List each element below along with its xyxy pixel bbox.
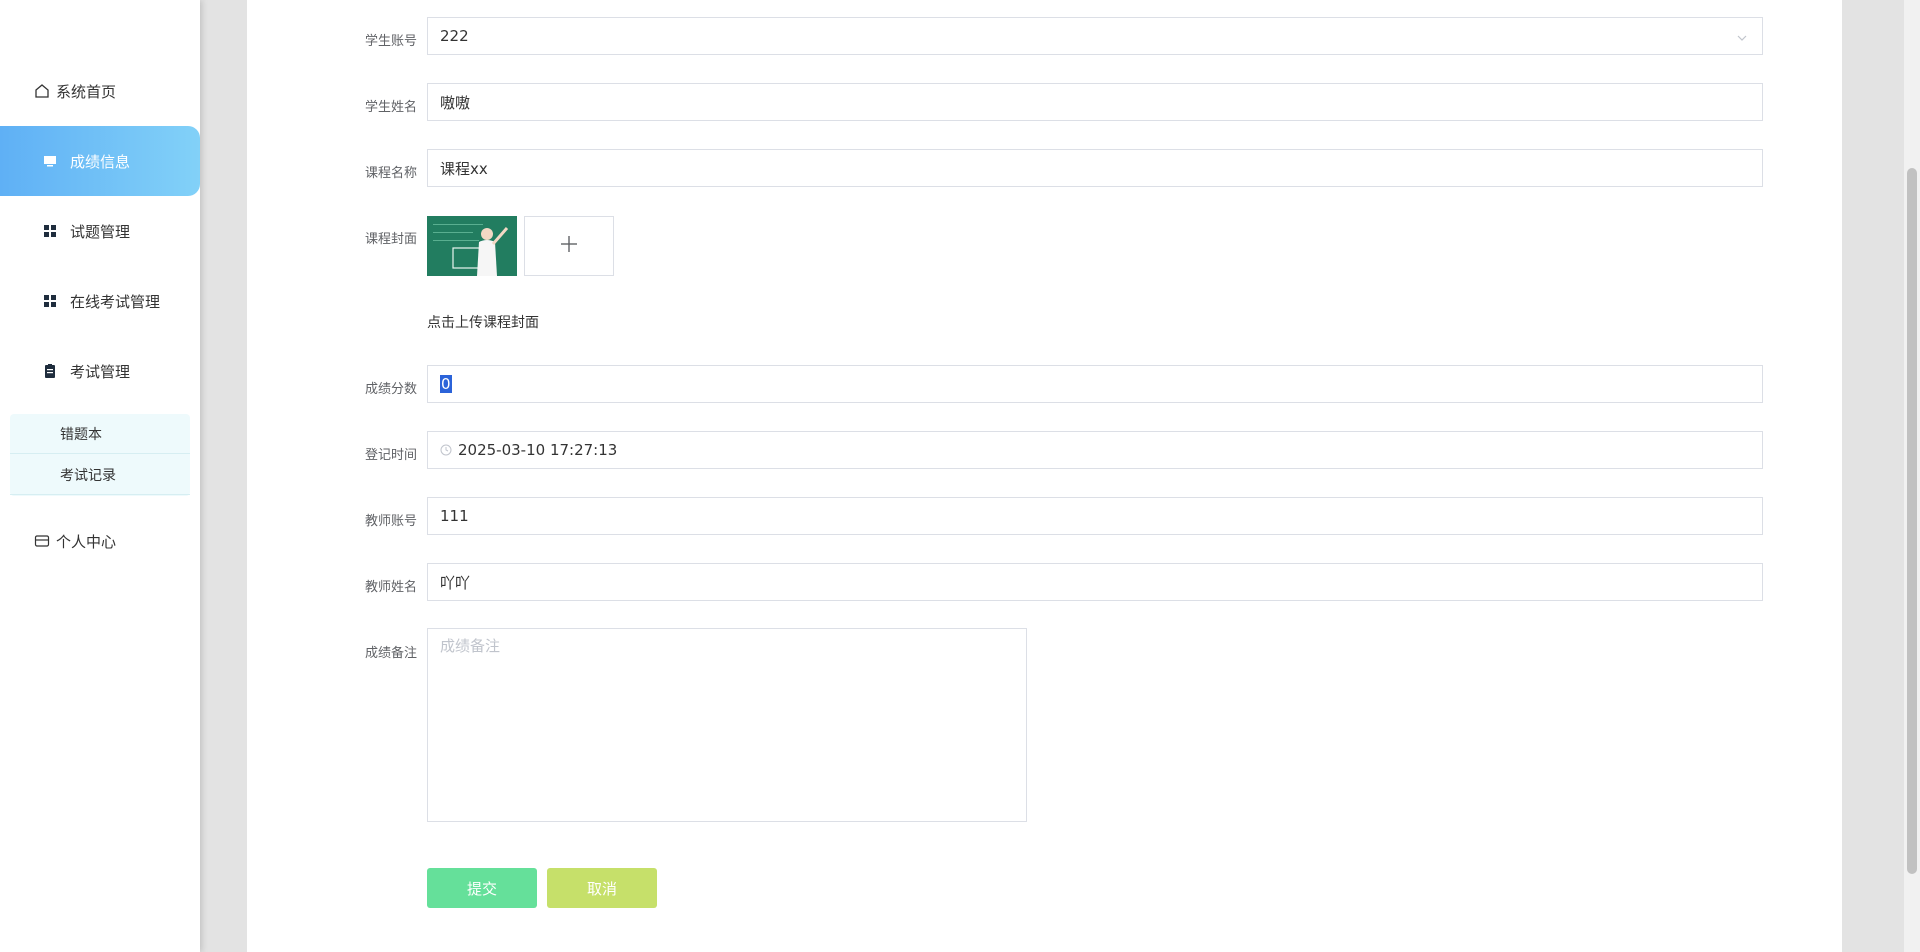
label-course-cover: 课程封面 <box>364 232 417 247</box>
sidebar-item-score-info[interactable]: 成绩信息 <box>0 126 200 196</box>
label-score: 成绩分数 <box>364 382 417 397</box>
student-name-input[interactable]: 嗷嗷 <box>427 83 1763 121</box>
main-content: 学生账号 222 学生姓名 嗷嗷 课程名称 课程xx 课程封面 点击上传课程封面… <box>247 0 1842 952</box>
sidebar-subitem-wrong-questions[interactable]: 错题本 <box>10 414 190 454</box>
clock-icon <box>440 444 452 456</box>
course-name-value: 课程xx <box>440 159 488 178</box>
label-student-name: 学生姓名 <box>364 100 417 115</box>
card-icon <box>34 533 50 549</box>
teacher-account-value: 111 <box>440 507 469 525</box>
student-account-value: 222 <box>440 27 469 45</box>
sidebar-subitem-label: 考试记录 <box>60 467 116 484</box>
monitor-icon <box>42 153 58 169</box>
sidebar-item-label: 在线考试管理 <box>70 292 161 311</box>
label-remark: 成绩备注 <box>364 646 417 661</box>
cancel-button[interactable]: 取消 <box>547 868 657 908</box>
sidebar-subitem-exam-records[interactable]: 考试记录 <box>10 455 190 495</box>
sidebar-item-label: 个人中心 <box>56 532 117 551</box>
remark-textarea[interactable]: 成绩备注 <box>427 628 1027 822</box>
submenu-exam-management: 错题本 考试记录 <box>10 414 190 496</box>
plus-icon <box>558 233 580 259</box>
record-time-picker[interactable]: 2025-03-10 17:27:13 <box>427 431 1763 469</box>
teacher-name-input[interactable]: 吖吖 <box>427 563 1763 601</box>
label-student-account: 学生账号 <box>364 34 417 49</box>
sidebar-item-profile[interactable]: 个人中心 <box>0 506 200 576</box>
grid-icon <box>42 223 58 239</box>
chevron-down-icon <box>1736 30 1748 48</box>
home-icon <box>34 83 50 99</box>
label-record-time: 登记时间 <box>364 448 417 463</box>
score-value: 0 <box>440 375 452 393</box>
sidebar-item-label: 系统首页 <box>56 82 117 101</box>
label-course-name: 课程名称 <box>364 166 417 181</box>
sidebar-item-question-management[interactable]: 试题管理 <box>0 196 200 266</box>
course-cover-thumbnail[interactable] <box>427 216 517 276</box>
sidebar: 系统首页 成绩信息 试题管理 在线考试管理 考试管理 错题本 考试记录 个人中心 <box>0 0 200 952</box>
student-name-value: 嗷嗷 <box>440 93 471 112</box>
remark-placeholder: 成绩备注 <box>440 637 501 655</box>
sidebar-item-exam-management[interactable]: 考试管理 <box>0 336 200 406</box>
page-scrollbar[interactable] <box>1904 0 1920 952</box>
cover-upload-button[interactable] <box>524 216 614 276</box>
label-teacher-account: 教师账号 <box>364 514 417 529</box>
score-input[interactable]: 0 <box>427 365 1763 403</box>
cover-upload-hint: 点击上传课程封面 <box>427 315 539 331</box>
teacher-name-value: 吖吖 <box>440 573 471 592</box>
sidebar-item-label: 试题管理 <box>70 222 131 241</box>
grid-icon <box>42 293 58 309</box>
label-teacher-name: 教师姓名 <box>364 580 417 595</box>
clipboard-icon <box>42 363 58 379</box>
sidebar-item-online-exam-management[interactable]: 在线考试管理 <box>0 266 200 336</box>
sidebar-subitem-label: 错题本 <box>60 426 102 443</box>
course-name-input[interactable]: 课程xx <box>427 149 1763 187</box>
submit-button[interactable]: 提交 <box>427 868 537 908</box>
sidebar-item-label: 成绩信息 <box>70 152 131 171</box>
scrollbar-thumb[interactable] <box>1907 168 1917 874</box>
student-account-select[interactable]: 222 <box>427 17 1763 55</box>
sidebar-item-label: 考试管理 <box>70 362 131 381</box>
record-time-value: 2025-03-10 17:27:13 <box>458 441 618 459</box>
sidebar-item-home[interactable]: 系统首页 <box>0 56 200 126</box>
teacher-account-input[interactable]: 111 <box>427 497 1763 535</box>
